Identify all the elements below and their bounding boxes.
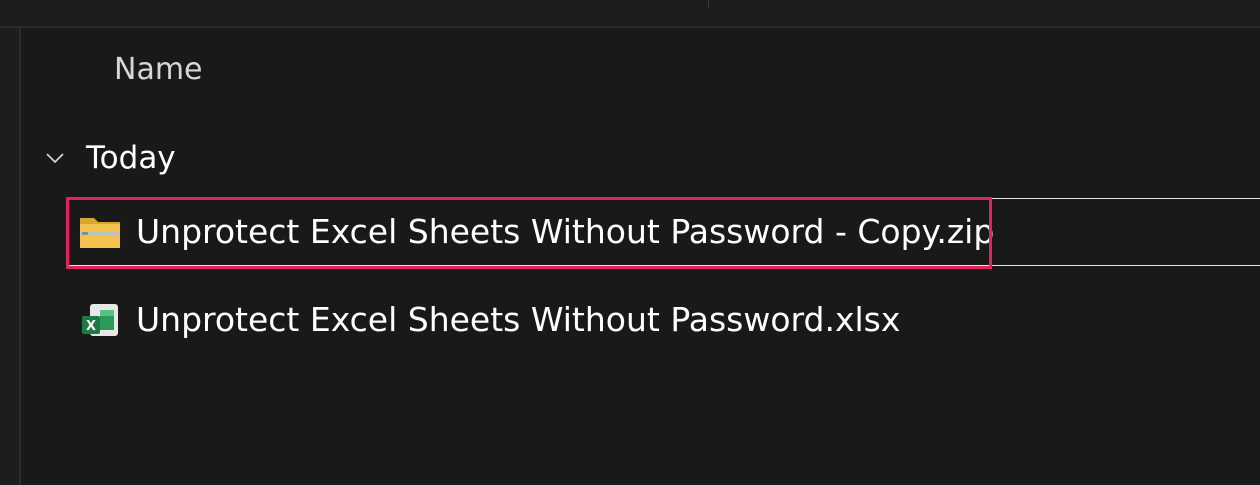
excel-file-icon: X [82,304,118,336]
group-label: Today [86,140,176,176]
zip-folder-icon [80,218,120,248]
column-header-name[interactable]: Name [114,50,203,90]
column-resize-handle[interactable] [708,0,709,7]
file-row-xlsx[interactable]: X Unprotect Excel Sheets Without Passwor… [66,286,1260,354]
chevron-down-icon[interactable] [44,147,66,169]
navigation-pane [0,28,19,485]
file-name: Unprotect Excel Sheets Without Password … [136,212,995,251]
file-explorer-window: Name Today Unprotect Excel Sheets Withou… [0,0,1260,485]
file-row-zip[interactable]: Unprotect Excel Sheets Without Password … [66,198,1260,266]
file-name: Unprotect Excel Sheets Without Password.… [136,300,901,339]
toolbar-strip [0,0,1260,28]
group-header-today[interactable]: Today [44,138,176,178]
svg-text:X: X [86,319,96,334]
pane-divider[interactable] [19,28,21,485]
